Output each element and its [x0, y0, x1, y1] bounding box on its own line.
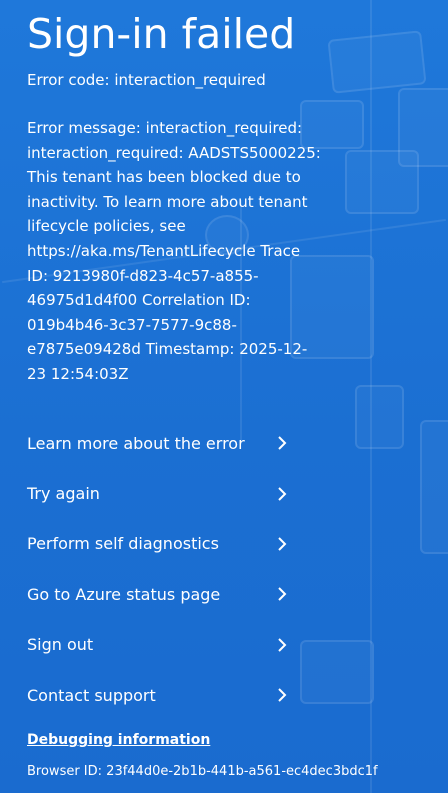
- error-message-line: inactivity. To learn more about tenant: [27, 192, 308, 211]
- error-message-line: Error message: interaction_required:: [27, 119, 303, 137]
- chevron-right-icon: [277, 586, 287, 602]
- error-message: Error message: interaction_required: int…: [27, 116, 327, 387]
- self-diagnostics-button[interactable]: Perform self diagnostics: [27, 519, 287, 569]
- error-message-line: 46975d1d4f00 Correlation ID:: [27, 291, 251, 310]
- chevron-right-icon: [277, 687, 287, 703]
- chevron-right-icon: [277, 637, 287, 653]
- action-label: Try again: [27, 484, 100, 504]
- error-message-line: lifecycle policies, see: [27, 217, 186, 236]
- learn-more-button[interactable]: Learn more about the error: [27, 418, 287, 468]
- debugging-information-link[interactable]: Debugging information: [27, 732, 210, 748]
- chevron-right-icon: [277, 536, 287, 552]
- error-message-line: 019b4b46-3c37-7577-9c88-: [27, 315, 237, 334]
- action-label: Learn more about the error: [27, 433, 245, 453]
- browser-id: Browser ID: 23f44d0e-2b1b-441b-a561-ec4d…: [27, 764, 378, 779]
- action-label: Contact support: [27, 685, 156, 705]
- contact-support-button[interactable]: Contact support: [27, 670, 287, 720]
- error-message-line: interaction_required: AADSTS5000225:: [27, 143, 321, 162]
- page-title: Sign-in failed: [27, 10, 296, 58]
- error-message-line: e7875e09428d Timestamp: 2025-12-: [27, 340, 308, 359]
- action-label: Perform self diagnostics: [27, 534, 219, 554]
- error-message-line: 23 12:54:03Z: [27, 364, 129, 383]
- sign-out-button[interactable]: Sign out: [27, 620, 287, 670]
- error-message-line: https://aka.ms/TenantLifecycle Trace: [27, 241, 301, 260]
- chevron-right-icon: [277, 435, 287, 451]
- error-message-line: This tenant has been blocked due to: [27, 168, 301, 187]
- error-code: Error code: interaction_required: [27, 71, 266, 89]
- action-label: Go to Azure status page: [27, 584, 221, 604]
- azure-status-button[interactable]: Go to Azure status page: [27, 569, 287, 619]
- chevron-right-icon: [277, 486, 287, 502]
- error-message-line: ID: 9213980f-d823-4c57-a855-: [27, 266, 259, 285]
- action-label: Sign out: [27, 635, 94, 655]
- try-again-button[interactable]: Try again: [27, 468, 287, 518]
- action-list: Learn more about the error Try again Per…: [27, 418, 287, 720]
